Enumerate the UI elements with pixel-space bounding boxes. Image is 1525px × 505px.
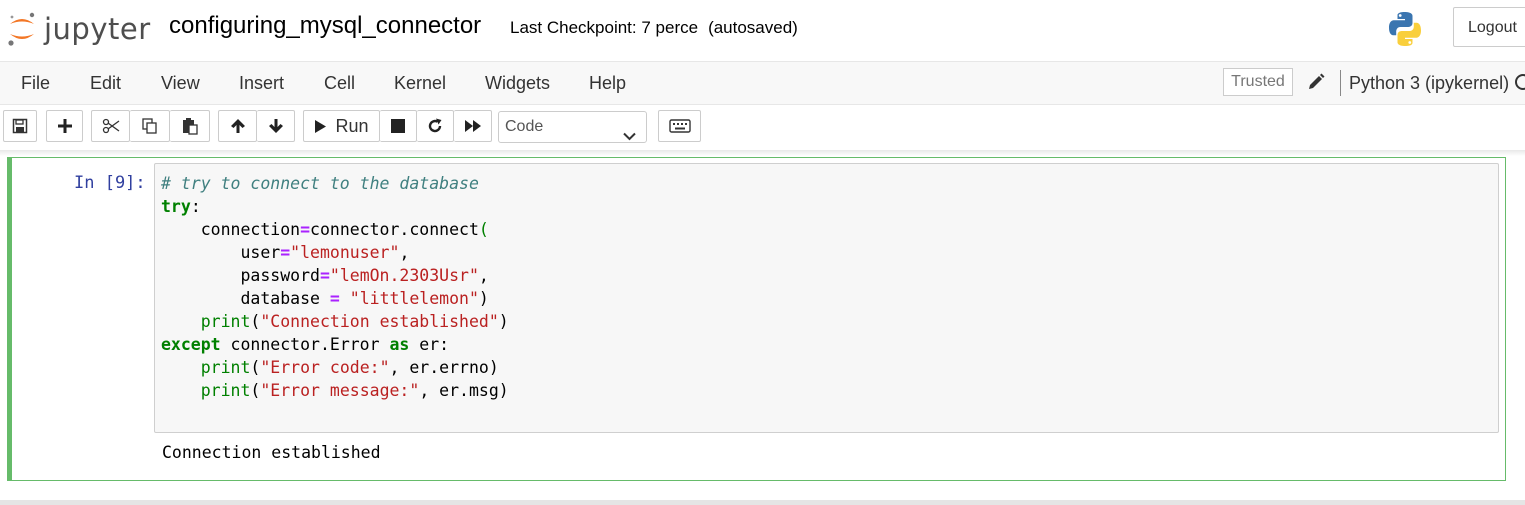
menu-widgets[interactable]: Widgets (485, 73, 550, 94)
keyboard-icon (668, 119, 691, 133)
code-content[interactable]: # try to connect to the database try: co… (161, 172, 509, 402)
cut-icon (102, 118, 120, 134)
cut-button[interactable] (91, 110, 130, 142)
arrow-down-icon (268, 118, 284, 134)
restart-run-all-button[interactable] (454, 110, 492, 142)
code-line-6: database = "littlelemon") (161, 289, 489, 308)
kernel-idle-icon (1515, 74, 1525, 90)
logo-text: jupyter (44, 12, 151, 46)
code-line-8: except connector.Error as er: (161, 335, 450, 354)
plus-icon (57, 118, 73, 134)
copy-button[interactable] (130, 110, 170, 142)
stop-icon (391, 119, 405, 133)
notebook-title[interactable]: configuring_mysql_connector (169, 12, 481, 40)
logout-button[interactable]: Logout (1453, 7, 1525, 47)
cell-type-select[interactable]: Code (498, 111, 647, 143)
menu-help[interactable]: Help (589, 73, 626, 94)
interrupt-button[interactable] (380, 110, 417, 142)
jupyter-logo[interactable]: jupyter (6, 8, 156, 50)
menu-cell[interactable]: Cell (324, 73, 355, 94)
code-line-7: print("Connection established") (200, 312, 509, 331)
move-down-button[interactable] (257, 110, 295, 142)
play-icon (314, 119, 327, 134)
run-label: Run (335, 115, 369, 136)
python-logo-icon (1385, 9, 1425, 49)
insert-cell-button[interactable] (46, 110, 83, 142)
restart-icon (427, 118, 443, 134)
menu-insert[interactable]: Insert (239, 73, 284, 94)
checkpoint-status: Last Checkpoint: 7 perce (autosaved) (510, 18, 798, 38)
input-prompt: In [9]: (74, 173, 146, 193)
save-button[interactable] (3, 110, 37, 142)
menu-view[interactable]: View (161, 73, 200, 94)
menubar: File Edit View Insert Cell Kernel Widget… (0, 61, 1525, 105)
autosave-text: (autosaved) (708, 18, 798, 37)
notebook-shadow (0, 150, 1525, 156)
command-palette-button[interactable] (658, 110, 701, 142)
cell-type-value: Code (505, 118, 544, 135)
arrow-up-icon (230, 118, 246, 134)
copy-icon (141, 117, 159, 135)
bottom-divider (0, 500, 1525, 505)
restart-button[interactable] (417, 110, 454, 142)
chevron-down-icon (623, 122, 636, 152)
fast-forward-icon (464, 119, 482, 133)
header: jupyter configuring_mysql_connector Last… (0, 0, 1525, 60)
trusted-indicator[interactable]: Trusted (1223, 68, 1293, 96)
jupyter-logo-icon (6, 10, 38, 48)
pencil-icon[interactable] (1306, 72, 1326, 92)
code-line-5: password="lemOn.2303Usr", (161, 266, 489, 285)
code-line-3: connection=connector.connect( (161, 220, 489, 239)
run-button[interactable]: Run (303, 110, 380, 142)
save-icon (12, 118, 28, 134)
kernel-name[interactable]: Python 3 (ipykernel) (1349, 73, 1509, 94)
cell-output: Connection established (162, 443, 381, 462)
paste-icon (181, 117, 199, 135)
kernel-divider (1340, 70, 1341, 96)
paste-button[interactable] (170, 110, 210, 142)
checkpoint-text: Last Checkpoint: 7 perce (510, 18, 699, 37)
code-line-1: # try to connect to the database (161, 174, 479, 193)
menu-edit[interactable]: Edit (90, 73, 121, 94)
move-up-button[interactable] (218, 110, 257, 142)
toolbar: Run Code (0, 104, 1525, 150)
code-line-4: user="lemonuser", (161, 243, 410, 262)
menu-file[interactable]: File (21, 73, 50, 94)
code-line-9: print("Error code:", er.errno) (200, 358, 499, 377)
code-line-10: print("Error message:", er.msg) (200, 381, 509, 400)
menu-kernel[interactable]: Kernel (394, 73, 446, 94)
code-line-2: try: (161, 197, 201, 216)
